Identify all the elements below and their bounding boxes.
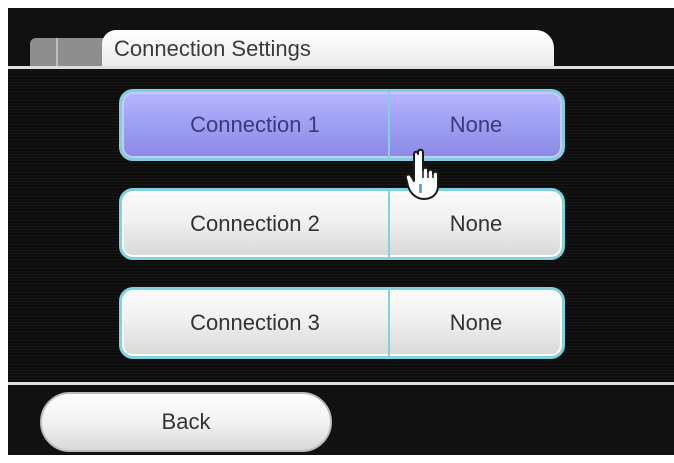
connection-2-label: Connection 2 xyxy=(190,211,320,236)
header: Connection Settings xyxy=(8,8,674,68)
header-divider xyxy=(8,66,674,69)
connection-3-button[interactable]: Connection 3 None xyxy=(119,287,565,359)
title-tab: Connection Settings xyxy=(102,30,554,68)
connection-3-label: Connection 3 xyxy=(190,310,320,335)
back-button[interactable]: Back xyxy=(40,392,332,452)
screen: Connection Settings Connection 1 None Co… xyxy=(8,8,674,455)
connection-3-value: None xyxy=(449,310,503,335)
page-title: Connection Settings xyxy=(114,36,311,61)
connection-1-label: Connection 1 xyxy=(190,112,320,137)
connection-1-button[interactable]: Connection 1 None xyxy=(119,89,565,161)
header-tab-stub xyxy=(30,38,110,68)
pointing-hand-icon xyxy=(404,148,439,200)
connection-2-button[interactable]: Connection 2 None xyxy=(119,188,565,260)
